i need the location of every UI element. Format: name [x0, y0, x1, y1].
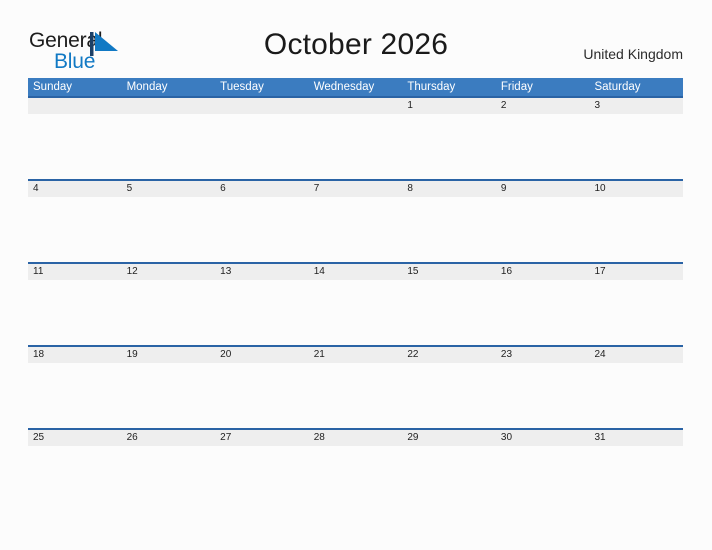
day-number[interactable]: 14	[309, 264, 403, 280]
weekday-header-wednesday: Wednesday	[313, 81, 375, 93]
week-body-row	[28, 363, 683, 428]
day-number[interactable]	[215, 98, 309, 114]
day-number[interactable]: 29	[402, 430, 496, 446]
day-number[interactable]: 25	[28, 430, 122, 446]
week-row: 1 2 3	[28, 96, 683, 179]
page-header: General Blue October 2026 United Kingdom	[0, 0, 712, 78]
day-cell[interactable]	[122, 280, 216, 345]
day-cell[interactable]	[496, 280, 590, 345]
day-number[interactable]: 2	[496, 98, 590, 114]
day-cell[interactable]	[309, 280, 403, 345]
weekday-header-saturday: Saturday	[594, 81, 641, 93]
day-cell[interactable]	[28, 197, 122, 262]
day-cell[interactable]	[122, 363, 216, 428]
day-number[interactable]: 22	[402, 347, 496, 363]
day-cell[interactable]	[309, 446, 403, 511]
day-cell[interactable]	[402, 363, 496, 428]
day-number[interactable]	[309, 98, 403, 114]
day-cell[interactable]	[589, 197, 683, 262]
day-cell[interactable]	[215, 197, 309, 262]
day-number[interactable]	[28, 98, 122, 114]
week-row: 25 26 27 28 29 30 31	[28, 428, 683, 511]
day-cell[interactable]	[215, 114, 309, 179]
day-cell[interactable]	[402, 114, 496, 179]
day-number[interactable]: 28	[309, 430, 403, 446]
week-row: 18 19 20 21 22 23 24	[28, 345, 683, 428]
week-date-strip: 25 26 27 28 29 30 31	[28, 430, 683, 446]
day-number[interactable]: 4	[28, 181, 122, 197]
day-cell[interactable]	[496, 363, 590, 428]
day-number[interactable]: 7	[309, 181, 403, 197]
weekday-header-friday: Friday	[500, 81, 533, 93]
week-body-row	[28, 114, 683, 179]
weekday-header-monday: Monday	[126, 81, 168, 93]
weekday-header-sunday: Sunday	[33, 81, 73, 93]
day-cell[interactable]	[28, 363, 122, 428]
day-cell[interactable]	[496, 114, 590, 179]
day-cell[interactable]	[215, 280, 309, 345]
day-cell[interactable]	[28, 280, 122, 345]
day-cell[interactable]	[589, 114, 683, 179]
day-number[interactable]: 13	[215, 264, 309, 280]
day-cell[interactable]	[402, 280, 496, 345]
day-number[interactable]: 17	[589, 264, 683, 280]
day-cell[interactable]	[309, 197, 403, 262]
day-cell[interactable]	[589, 280, 683, 345]
day-number[interactable]: 30	[496, 430, 590, 446]
day-number[interactable]	[122, 98, 216, 114]
day-number[interactable]: 21	[309, 347, 403, 363]
day-number[interactable]: 11	[28, 264, 122, 280]
day-number[interactable]: 12	[122, 264, 216, 280]
weekday-header-thursday: Thursday	[407, 81, 456, 93]
week-date-strip: 18 19 20 21 22 23 24	[28, 347, 683, 363]
week-date-strip: 1 2 3	[28, 98, 683, 114]
day-cell[interactable]	[122, 197, 216, 262]
day-number[interactable]: 9	[496, 181, 590, 197]
calendar-grid: Sunday Monday Tuesday Wednesday Thursday…	[28, 78, 683, 511]
day-cell[interactable]	[215, 363, 309, 428]
day-cell[interactable]	[309, 114, 403, 179]
day-cell[interactable]	[402, 197, 496, 262]
day-number[interactable]: 18	[28, 347, 122, 363]
day-number[interactable]: 3	[589, 98, 683, 114]
week-body-row	[28, 197, 683, 262]
day-cell[interactable]	[309, 363, 403, 428]
day-number[interactable]: 5	[122, 181, 216, 197]
day-number[interactable]: 8	[402, 181, 496, 197]
week-row: 11 12 13 14 15 16 17	[28, 262, 683, 345]
day-number[interactable]: 23	[496, 347, 590, 363]
day-cell[interactable]	[28, 446, 122, 511]
day-number[interactable]: 31	[589, 430, 683, 446]
day-number[interactable]: 26	[122, 430, 216, 446]
day-cell[interactable]	[589, 363, 683, 428]
day-number[interactable]: 16	[496, 264, 590, 280]
day-cell[interactable]	[122, 446, 216, 511]
week-date-strip: 4 5 6 7 8 9 10	[28, 181, 683, 197]
day-number[interactable]: 15	[402, 264, 496, 280]
day-cell[interactable]	[215, 446, 309, 511]
weekday-header-tuesday: Tuesday	[220, 81, 264, 93]
week-row: 4 5 6 7 8 9 10	[28, 179, 683, 262]
week-body-row	[28, 280, 683, 345]
week-date-strip: 11 12 13 14 15 16 17	[28, 264, 683, 280]
day-number[interactable]: 19	[122, 347, 216, 363]
day-cell[interactable]	[496, 446, 590, 511]
day-cell[interactable]	[122, 114, 216, 179]
day-cell[interactable]	[589, 446, 683, 511]
day-number[interactable]: 27	[215, 430, 309, 446]
day-cell[interactable]	[28, 114, 122, 179]
day-cell[interactable]	[402, 446, 496, 511]
day-number[interactable]: 6	[215, 181, 309, 197]
weekday-header-row: Sunday Monday Tuesday Wednesday Thursday…	[28, 78, 683, 96]
day-number[interactable]: 24	[589, 347, 683, 363]
day-number[interactable]: 1	[402, 98, 496, 114]
day-number[interactable]: 10	[589, 181, 683, 197]
region-label: United Kingdom	[583, 46, 683, 62]
day-cell[interactable]	[496, 197, 590, 262]
week-body-row	[28, 446, 683, 511]
day-number[interactable]: 20	[215, 347, 309, 363]
